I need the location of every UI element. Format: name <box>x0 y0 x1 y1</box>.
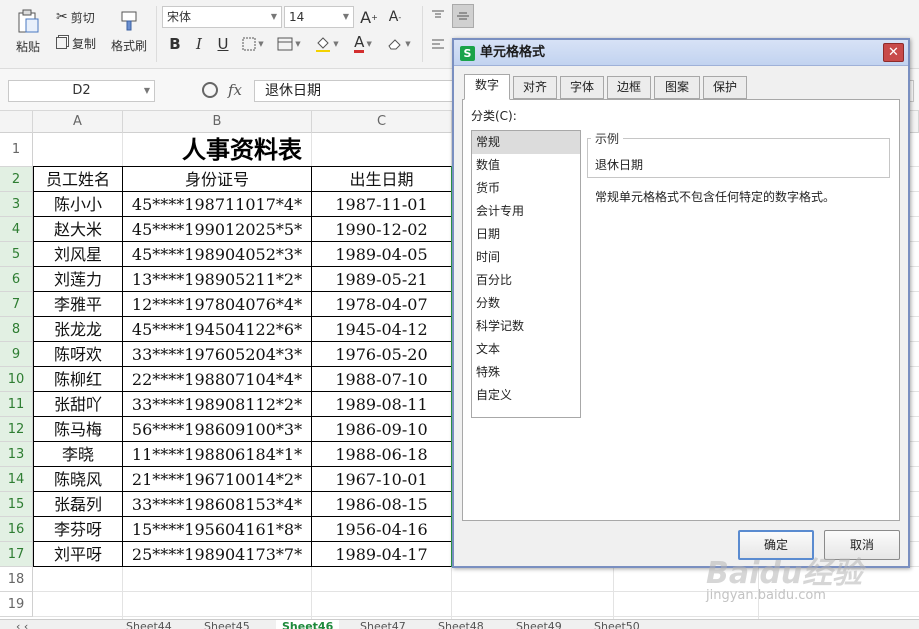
gridline <box>33 616 919 617</box>
table-cell[interactable]: 1989-08-11 <box>312 392 452 417</box>
table-cell[interactable]: 陈柳红 <box>33 367 123 392</box>
category-item[interactable]: 货币 <box>472 177 580 200</box>
table-cell[interactable]: 11****198806184*1* <box>123 442 312 467</box>
dialog-title: 单元格格式 <box>480 45 546 60</box>
category-item[interactable]: 自定义 <box>472 384 580 407</box>
baidu-watermark-url: jingyan.baidu.com <box>706 588 826 603</box>
table-cell[interactable]: 张磊列 <box>33 492 123 517</box>
sheet-tab[interactable]: Sheet49 <box>510 620 568 629</box>
category-list[interactable]: 常规 数值 货币 会计专用 日期 时间 百分比 分数 科学记数 文本 特殊 自定义 <box>471 130 581 418</box>
category-item[interactable]: 特殊 <box>472 361 580 384</box>
sheet-tab-bar: ‹ ‹ Sheet44 Sheet45 Sheet46 Sheet47 Sheet48 Sh… <box>0 619 919 629</box>
sample-value: 退休日期 <box>595 158 644 172</box>
table-cell[interactable]: 1987-11-01 <box>312 192 452 217</box>
table-cell[interactable]: 33****198908112*2* <box>123 392 312 417</box>
table-cell[interactable]: 33****198608153*4* <box>123 492 312 517</box>
header-cell[interactable]: 员工姓名 <box>33 166 123 192</box>
table-cell[interactable]: 陈小小 <box>33 192 123 217</box>
table-cell[interactable]: 李芬呀 <box>33 517 123 542</box>
dialog-titlebar[interactable]: S 单元格格式 ✕ <box>454 40 908 66</box>
category-item[interactable]: 文本 <box>472 338 580 361</box>
table-cell[interactable]: 45****194504122*6* <box>123 317 312 342</box>
table-cell[interactable]: 22****198807104*4* <box>123 367 312 392</box>
dialog-tab[interactable]: 字体 <box>560 76 604 99</box>
sheet-tab[interactable]: Sheet45 <box>198 620 256 629</box>
spreadsheet-app: 粘贴 ✂ 剪切 复制 格式刷 宋体 ▼ 14 ▼ A + A- B I U ▼ ▼ <box>0 0 919 629</box>
table-cell[interactable]: 1990-12-02 <box>312 217 452 242</box>
table-cell[interactable]: 1978-04-07 <box>312 292 452 317</box>
table-cell[interactable]: 1956-04-16 <box>312 517 452 542</box>
table-cell[interactable]: 45****199012025*5* <box>123 217 312 242</box>
format-cells-dialog: S 单元格格式 ✕ 数字 对齐 字体 边框 图案 保护 分类(C): 常规 数值 货币 会计专用… <box>452 38 910 568</box>
table-cell[interactable]: 1945-04-12 <box>312 317 452 342</box>
sheet-nav-arrows-icon[interactable]: ‹ ‹ <box>10 620 34 629</box>
sheet-tab[interactable]: Sheet46 <box>276 620 340 629</box>
table-cell[interactable]: 1976-05-20 <box>312 342 452 367</box>
dialog-tab[interactable]: 图案 <box>654 76 700 99</box>
table-cell[interactable]: 1989-04-05 <box>312 242 452 267</box>
table-cell[interactable]: 25****198904173*7* <box>123 542 312 567</box>
category-item[interactable]: 百分比 <box>472 269 580 292</box>
table-cell[interactable]: 1967-10-01 <box>312 467 452 492</box>
category-item[interactable]: 分数 <box>472 292 580 315</box>
close-icon[interactable]: ✕ <box>883 43 904 62</box>
header-cell[interactable]: 出生日期 <box>312 166 452 192</box>
sheet-title-cell[interactable]: 人事资料表 <box>33 133 451 167</box>
sheet-tab[interactable]: Sheet48 <box>432 620 490 629</box>
table-cell[interactable]: 1988-06-18 <box>312 442 452 467</box>
table-cell[interactable]: 1989-04-17 <box>312 542 452 567</box>
table-cell[interactable]: 陈晓风 <box>33 467 123 492</box>
table-cell[interactable]: 15****195604161*8* <box>123 517 312 542</box>
dialog-tab[interactable]: 对齐 <box>513 76 557 99</box>
table-cell[interactable]: 张甜吖 <box>33 392 123 417</box>
table-cell[interactable]: 刘莲力 <box>33 267 123 292</box>
table-cell[interactable]: 1988-07-10 <box>312 367 452 392</box>
table-cell[interactable]: 13****198905211*2* <box>123 267 312 292</box>
category-item[interactable]: 数值 <box>472 154 580 177</box>
header-cell[interactable]: 身份证号 <box>123 166 312 192</box>
table-cell[interactable]: 刘风星 <box>33 242 123 267</box>
sheet-tab[interactable]: Sheet44 <box>120 620 178 629</box>
dialog-tab[interactable]: 数字 <box>464 74 510 100</box>
table-cell[interactable]: 李雅平 <box>33 292 123 317</box>
baidu-watermark-logo: Baidu经验 <box>706 556 863 591</box>
sample-label: 示例 <box>591 130 624 147</box>
table-cell[interactable]: 45****198711017*4* <box>123 192 312 217</box>
table-cell[interactable]: 56****198609100*3* <box>123 417 312 442</box>
table-cell[interactable]: 12****197804076*4* <box>123 292 312 317</box>
table-cell[interactable]: 1986-08-15 <box>312 492 452 517</box>
table-cell[interactable]: 45****198904052*3* <box>123 242 312 267</box>
table-cell[interactable]: 刘平呀 <box>33 542 123 567</box>
table-cell[interactable]: 1986-09-10 <box>312 417 452 442</box>
table-cell[interactable]: 陈马梅 <box>33 417 123 442</box>
table-cell[interactable]: 1989-05-21 <box>312 267 452 292</box>
category-item[interactable]: 科学记数 <box>472 315 580 338</box>
category-label: 分类(C): <box>471 109 517 123</box>
table-cell[interactable]: 陈呀欢 <box>33 342 123 367</box>
sheet-tab[interactable]: Sheet50 <box>588 620 646 629</box>
number-tab-panel: 分类(C): 常规 数值 货币 会计专用 日期 时间 百分比 分数 科学记数 文本 特殊 自定义 示例… <box>462 99 900 521</box>
dialog-tab[interactable]: 边框 <box>607 76 651 99</box>
table-cell[interactable]: 赵大米 <box>33 217 123 242</box>
category-item[interactable]: 常规 <box>472 131 580 154</box>
sheet-tab[interactable]: Sheet47 <box>354 620 412 629</box>
category-item[interactable]: 会计专用 <box>472 200 580 223</box>
category-item[interactable]: 时间 <box>472 246 580 269</box>
table-cell[interactable]: 21****196710014*2* <box>123 467 312 492</box>
format-description: 常规单元格格式不包含任何特定的数字格式。 <box>595 190 836 204</box>
table-cell[interactable]: 33****197605204*3* <box>123 342 312 367</box>
category-item[interactable]: 日期 <box>472 223 580 246</box>
table-cell[interactable]: 李晓 <box>33 442 123 467</box>
dialog-tab[interactable]: 保护 <box>703 76 747 99</box>
wps-app-icon: S <box>460 46 475 61</box>
table-cell[interactable]: 张龙龙 <box>33 317 123 342</box>
